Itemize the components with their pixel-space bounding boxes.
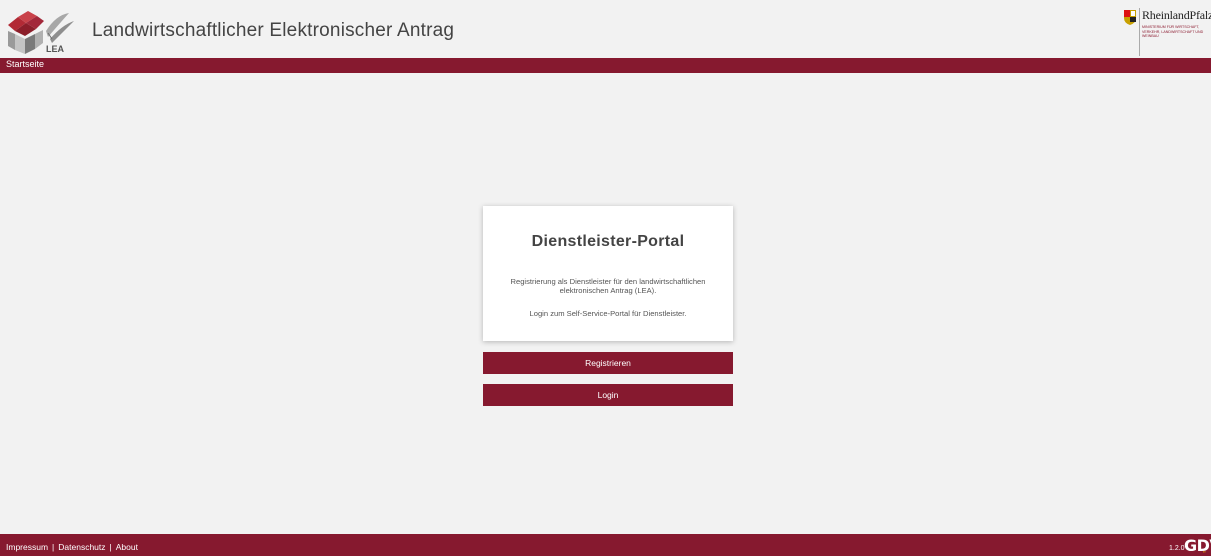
rlp-separator <box>1139 8 1140 56</box>
footer: Impressum|Datenschutz|About 1.2.0 GDV ▪▪ <box>0 534 1211 556</box>
portal-card: Dienstleister-Portal Registrierung als D… <box>483 206 733 341</box>
login-button[interactable]: Login <box>483 384 733 406</box>
lea-logo[interactable]: LEA <box>6 9 78 55</box>
footer-link-about[interactable]: About <box>116 542 138 552</box>
lea-logo-text: LEA <box>46 44 65 54</box>
header: LEA Landwirtschaftlicher Elektronischer … <box>0 0 1211 57</box>
footer-separator: | <box>109 542 112 552</box>
rlp-logo-subtext: MINISTERIUM FÜR WIRTSCHAFT, VERKEHR, LAN… <box>1142 25 1204 39</box>
footer-separator: | <box>52 542 55 552</box>
gdv-logo: GDV <box>1184 536 1211 555</box>
card-description-registration: Registrierung als Dienstleister für den … <box>510 277 706 295</box>
rlp-logo-name: RheinlandPfalz <box>1142 8 1211 22</box>
gdv-logo-accent: ▪▪ <box>1203 549 1206 554</box>
footer-link-datenschutz[interactable]: Datenschutz <box>58 542 105 552</box>
card-description-login: Login zum Self-Service-Portal für Dienst… <box>529 309 687 318</box>
rlp-ministry-logo[interactable]: RheinlandPfalz MINISTERIUM FÜR WIRTSCHAF… <box>1124 6 1211 58</box>
footer-links: Impressum | Datenschutz | About <box>6 542 138 552</box>
lea-logo-graphic: LEA <box>8 11 74 54</box>
card-title: Dienstleister-Portal <box>531 233 685 250</box>
version-label: 1.2.0 <box>1169 545 1185 552</box>
footer-link-impressum[interactable]: Impressum <box>6 542 48 552</box>
register-button[interactable]: Registrieren <box>483 352 733 374</box>
rlp-crest-icon <box>1124 10 1136 25</box>
nav-item-startseite[interactable]: Startseite <box>6 59 44 69</box>
top-navbar: Startseite <box>0 58 1211 73</box>
app-title: Landwirtschaftlicher Elektronischer Antr… <box>92 20 455 41</box>
